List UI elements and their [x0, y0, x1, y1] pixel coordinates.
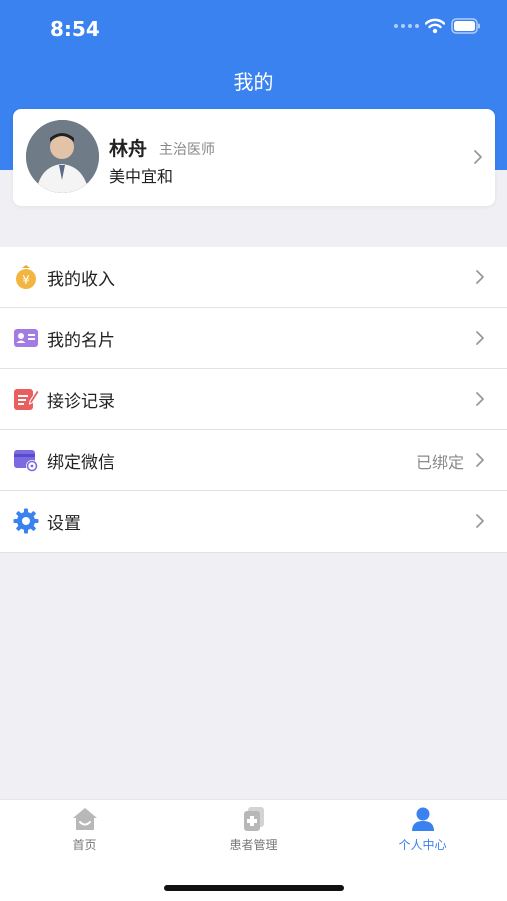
menu-label: 我的名片	[47, 331, 115, 351]
wifi-icon	[425, 18, 445, 34]
record-edit-icon	[14, 389, 39, 410]
patient-records-icon	[243, 807, 264, 831]
wechat-bind-icon	[14, 450, 38, 472]
status-time: 8:54	[50, 17, 100, 41]
doctor-hospital: 美中宜和	[109, 167, 174, 186]
svg-text:¥: ¥	[22, 273, 30, 287]
chevron-right-icon	[474, 150, 482, 164]
menu-label: 绑定微信	[47, 453, 115, 473]
status-bar: 8:54	[0, 0, 507, 56]
bind-status: 已绑定	[415, 453, 464, 472]
menu-list: ¥ 我的收入 我的名片 接诊记录 绑定微信 已绑定 设置	[0, 247, 507, 553]
gear-icon	[13, 508, 39, 534]
page-title: 我的	[233, 70, 274, 94]
menu-item-income[interactable]: ¥ 我的收入	[0, 247, 507, 308]
business-card-icon	[14, 329, 38, 347]
menu-item-bind-wechat[interactable]: 绑定微信 已绑定	[0, 430, 507, 491]
tab-label: 患者管理	[229, 838, 278, 852]
menu-item-settings[interactable]: 设置	[0, 491, 507, 553]
tab-home[interactable]: 首页	[0, 806, 169, 853]
tab-personal-center[interactable]: 个人中心	[338, 806, 507, 853]
signal-icon	[394, 24, 419, 28]
doctor-title: 主治医师	[159, 142, 215, 158]
tab-patient-management[interactable]: 患者管理	[169, 806, 338, 853]
chevron-right-icon	[476, 331, 484, 345]
yuan-coin-icon: ¥	[16, 265, 36, 289]
chevron-right-icon	[476, 270, 484, 284]
chevron-right-icon	[476, 453, 484, 467]
battery-icon	[451, 18, 480, 34]
menu-item-business-card[interactable]: 我的名片	[0, 308, 507, 369]
tab-label: 个人中心	[398, 838, 447, 852]
tab-label: 首页	[72, 838, 97, 852]
menu-label: 接诊记录	[47, 392, 115, 412]
home-indicator	[164, 885, 344, 891]
chevron-right-icon	[476, 392, 484, 406]
menu-label: 我的收入	[47, 270, 115, 290]
doctor-name: 林舟	[109, 138, 148, 160]
home-icon	[72, 808, 97, 830]
menu-item-consult-records[interactable]: 接诊记录	[0, 369, 507, 430]
menu-label: 设置	[47, 514, 81, 534]
status-icons	[394, 18, 481, 34]
avatar	[26, 120, 99, 193]
person-icon	[411, 807, 434, 831]
profile-card[interactable]: 林舟 主治医师 美中宜和	[13, 109, 495, 206]
chevron-right-icon	[476, 514, 484, 528]
